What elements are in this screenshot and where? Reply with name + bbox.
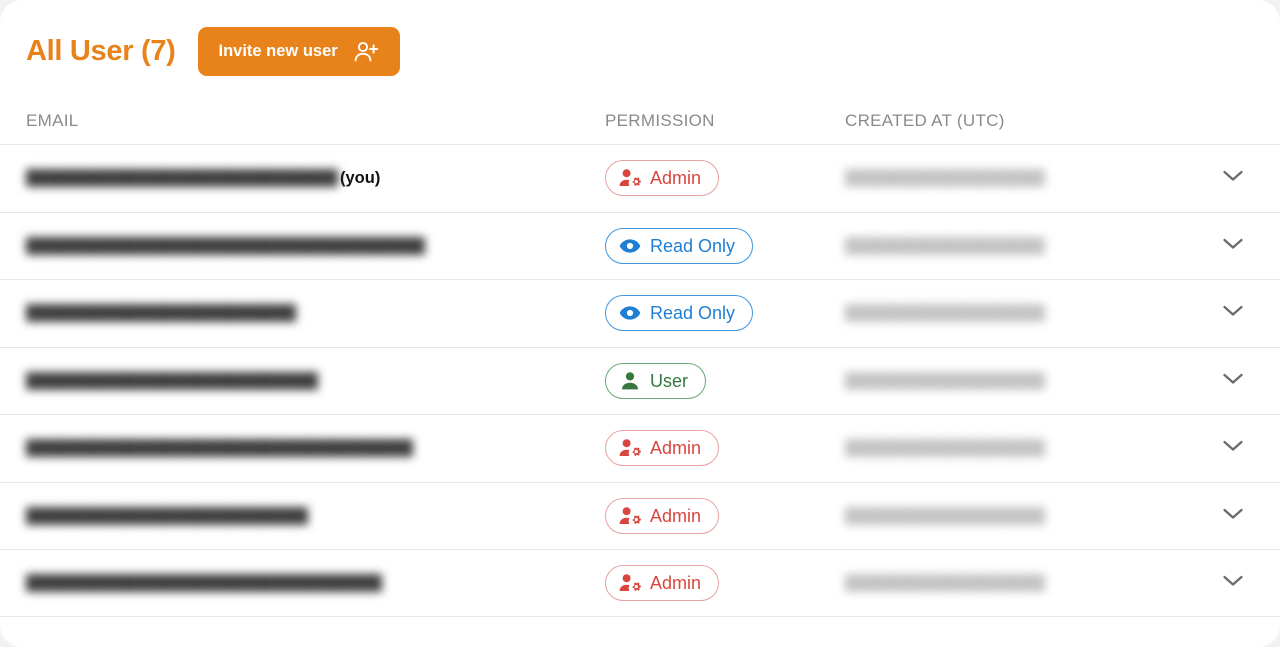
page-title: All User (7) (26, 34, 176, 67)
cell-permission: Read Only (605, 227, 845, 264)
chevron-down-icon[interactable] (1222, 372, 1250, 390)
permission-label: Admin (650, 168, 702, 189)
cell-row-actions (1200, 169, 1250, 187)
person-icon (619, 371, 641, 391)
created-at-redacted: ████████████████████ (845, 236, 1045, 254)
column-header-email: EMAIL (26, 111, 79, 130)
user-email-redacted: ██████████████████████████████ (26, 169, 338, 187)
column-header-created-at: CREATED AT (UTC) (845, 111, 1005, 130)
created-at-redacted: ████████████████████ (845, 506, 1045, 524)
user-email-redacted: █████████████████████████ (26, 304, 296, 322)
permission-badge[interactable]: Read Only (605, 295, 754, 332)
cell-created-at: ████████████████████ (845, 372, 1200, 390)
person-gear-icon (619, 168, 641, 188)
chevron-down-icon[interactable] (1222, 304, 1250, 322)
person-gear-icon (619, 506, 641, 526)
chevron-down-icon[interactable] (1222, 169, 1250, 187)
cell-email: ██████████████████████████ (26, 507, 605, 525)
table-row[interactable]: ███████████████████████████ User █████████… (0, 346, 1280, 415)
person-gear-icon (619, 573, 641, 593)
cell-row-actions (1200, 507, 1250, 525)
user-email-redacted: ███████████████████████████████████████ (26, 236, 425, 254)
cell-permission: Read Only (605, 295, 845, 332)
card-header: All User (7) Invite new user (0, 0, 1280, 102)
permission-badge[interactable]: Admin (605, 497, 720, 534)
table-row[interactable]: ███████████████████████████████████████ R… (0, 211, 1280, 280)
permission-badge[interactable]: User (605, 362, 707, 399)
user-email-redacted: ██████████████████████████████████████ (26, 439, 413, 457)
cell-permission: User (605, 362, 845, 399)
permission-badge[interactable]: Admin (605, 160, 720, 197)
cell-row-actions (1200, 237, 1250, 255)
cell-permission: Admin (605, 430, 845, 467)
permission-label: Admin (650, 505, 702, 526)
users-table: EMAIL PERMISSION CREATED AT (UTC) ██████… (0, 102, 1280, 617)
cell-email: ███████████████████████████ (26, 372, 605, 390)
chevron-down-icon[interactable] (1222, 439, 1250, 457)
column-header-permission: PERMISSION (605, 111, 715, 130)
permission-label: Read Only (650, 235, 736, 256)
cell-created-at: ████████████████████ (845, 507, 1200, 525)
you-label: (you) (340, 168, 381, 187)
cell-created-at: ████████████████████ (845, 439, 1200, 457)
created-at-redacted: ████████████████████ (845, 169, 1045, 187)
chevron-down-icon[interactable] (1222, 507, 1250, 525)
cell-created-at: ████████████████████ (845, 169, 1200, 187)
permission-label: Read Only (650, 303, 736, 324)
person-plus-icon (354, 41, 379, 62)
cell-row-actions (1200, 574, 1250, 592)
user-email-redacted: ██████████████████████████ (26, 506, 308, 524)
cell-permission: Admin (605, 497, 845, 534)
table-row[interactable]: ██████████████████████████████(you) Admin… (0, 144, 1280, 212)
created-at-redacted: ████████████████████ (845, 439, 1045, 457)
table-row[interactable]: ██████████████████████████ Admin █████████… (0, 481, 1280, 550)
cell-created-at: ████████████████████ (845, 574, 1200, 592)
table-row[interactable]: █████████████████████████ Read Only ██████… (0, 279, 1280, 347)
permission-badge[interactable]: Read Only (605, 227, 754, 264)
person-gear-icon (619, 438, 641, 458)
cell-email: ██████████████████████████████(you) (26, 169, 605, 188)
invite-new-user-button[interactable]: Invite new user (197, 26, 400, 76)
cell-email: ███████████████████████████████████████ (26, 237, 605, 255)
permission-badge[interactable]: Admin (605, 430, 720, 467)
permission-badge[interactable]: Admin (605, 564, 720, 601)
cell-created-at: ████████████████████ (845, 237, 1200, 255)
cell-email: █████████████████████████ (26, 304, 605, 322)
cell-row-actions (1200, 372, 1250, 390)
table-row[interactable]: ██████████████████████████████████████ Ad… (0, 414, 1280, 482)
user-email-redacted: ███████████████████████████ (26, 371, 318, 389)
chevron-down-icon[interactable] (1222, 237, 1250, 255)
invite-new-user-label: Invite new user (218, 41, 338, 60)
table-header-row: EMAIL PERMISSION CREATED AT (UTC) (0, 102, 1280, 144)
all-users-card: All User (7) Invite new user EMAIL PERMI… (0, 0, 1280, 647)
chevron-down-icon[interactable] (1222, 574, 1250, 592)
cell-permission: Admin (605, 564, 845, 601)
permission-label: User (650, 370, 689, 391)
eye-icon (619, 303, 641, 323)
cell-row-actions (1200, 304, 1250, 322)
created-at-redacted: ████████████████████ (845, 573, 1045, 591)
cell-email: █████████████████████████████████ (26, 574, 605, 592)
permission-label: Admin (650, 438, 702, 459)
created-at-redacted: ████████████████████ (845, 371, 1045, 389)
table-row[interactable]: █████████████████████████████████ Admin ██… (0, 549, 1280, 617)
cell-email: ██████████████████████████████████████ (26, 439, 605, 457)
table-body: ██████████████████████████████(you) Admin… (0, 144, 1280, 617)
user-email-redacted: █████████████████████████████████ (26, 573, 382, 591)
cell-created-at: ████████████████████ (845, 304, 1200, 322)
cell-permission: Admin (605, 160, 845, 197)
created-at-redacted: ████████████████████ (845, 304, 1045, 322)
permission-label: Admin (650, 572, 702, 593)
eye-icon (619, 236, 641, 256)
cell-row-actions (1200, 439, 1250, 457)
